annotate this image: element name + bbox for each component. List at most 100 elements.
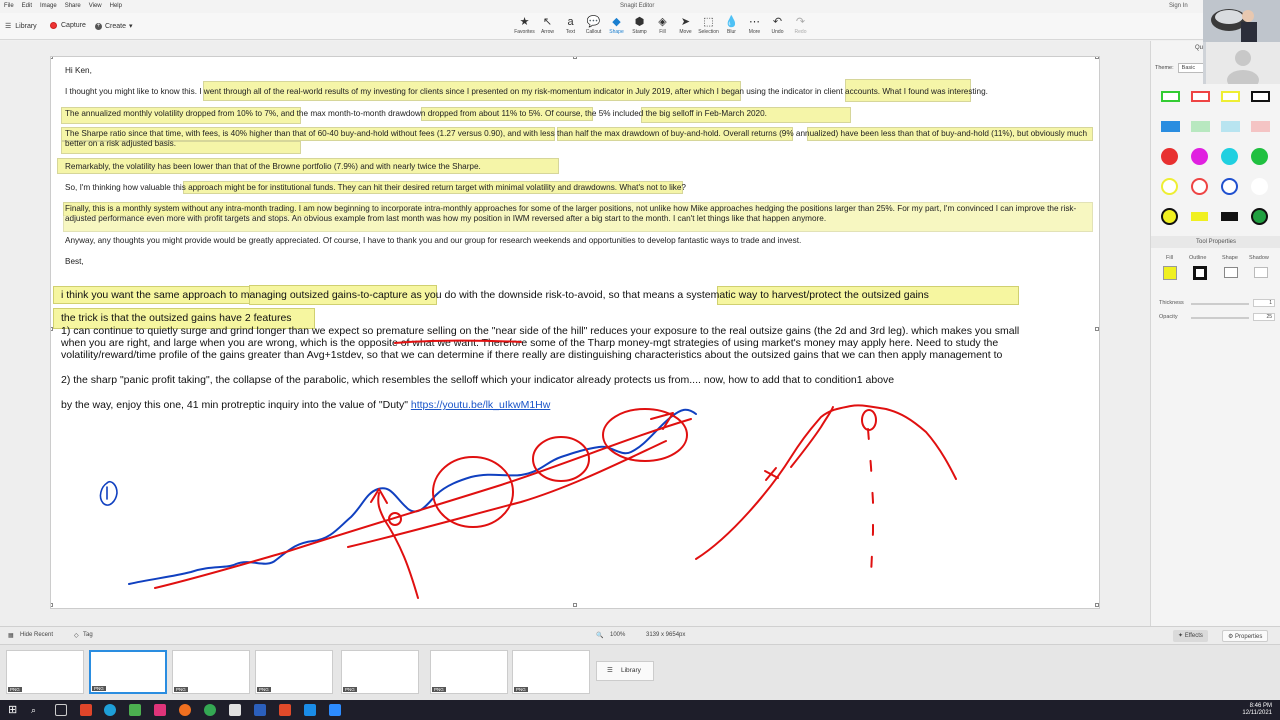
style-swatch[interactable] [1191, 121, 1210, 132]
tool-callout[interactable]: 💬 Callout [582, 15, 605, 35]
file-icon[interactable] [229, 704, 241, 716]
png-badge: PNG [8, 687, 22, 692]
menu-edit[interactable]: Edit [22, 3, 32, 9]
style-swatch[interactable] [1221, 121, 1240, 132]
system-clock[interactable]: 8:46 PM 12/11/2021 [1242, 703, 1272, 717]
resize-handle[interactable] [51, 327, 53, 331]
png-badge: PNG [432, 687, 446, 692]
capture-thumbnail[interactable]: PNG [512, 650, 590, 694]
opacity-slider[interactable] [1191, 317, 1249, 319]
create-button[interactable]: + Create ▾ [95, 22, 133, 30]
skype-icon[interactable] [304, 704, 316, 716]
open-library-button[interactable]: ☰ Library [596, 661, 654, 681]
windows-start-icon[interactable]: ⊞ [8, 704, 20, 716]
style-swatch[interactable] [1251, 178, 1268, 195]
resize-handle[interactable] [51, 603, 53, 607]
opacity-input[interactable]: 25 [1253, 313, 1275, 321]
more-icon: ⋯ [749, 16, 760, 28]
resize-handle[interactable] [1095, 603, 1099, 607]
resize-handle[interactable] [51, 57, 53, 59]
tool-undo[interactable]: ↶ Undo [766, 15, 789, 35]
menu-help[interactable]: Help [110, 3, 122, 9]
blue-label-1 [99, 480, 118, 506]
style-swatch[interactable] [1161, 208, 1178, 225]
tool-stamp[interactable]: ⬢ Stamp [628, 15, 651, 35]
style-swatch[interactable] [1191, 91, 1210, 102]
outline-color-picker[interactable] [1193, 266, 1207, 280]
capture-thumbnail[interactable]: PNG [255, 650, 333, 694]
resize-handle[interactable] [1095, 327, 1099, 331]
zoom-icon[interactable] [329, 704, 341, 716]
opacity-label: Opacity [1159, 314, 1178, 320]
fill-color-picker[interactable] [1163, 266, 1177, 280]
shadow-picker[interactable] [1254, 267, 1268, 278]
menu-file[interactable]: File [4, 3, 14, 9]
tool-move[interactable]: ➤ Move [674, 15, 697, 35]
firefox-icon[interactable] [179, 704, 191, 716]
style-swatch[interactable] [1161, 148, 1178, 165]
style-swatch[interactable] [1161, 91, 1180, 102]
capture-thumbnail[interactable]: PNG [172, 650, 250, 694]
callout-icon: 💬 [586, 16, 601, 28]
avatar [1227, 50, 1259, 90]
redo-icon: ↷ [795, 16, 806, 28]
style-swatch[interactable] [1161, 178, 1178, 195]
hide-recent-button[interactable]: Hide Recent [20, 632, 53, 638]
tool-selection[interactable]: ⬚ Selection [697, 15, 720, 35]
style-swatch[interactable] [1221, 212, 1238, 221]
style-swatch[interactable] [1251, 121, 1270, 132]
capture-thumbnail[interactable]: PNG [6, 650, 84, 694]
tool-fill[interactable]: ◈ Fill [651, 15, 674, 35]
freehand-drawing[interactable] [51, 57, 1100, 609]
chrome-icon[interactable] [204, 704, 216, 716]
style-swatch[interactable] [1251, 208, 1268, 225]
menu-view[interactable]: View [89, 3, 102, 9]
resize-handle[interactable] [573, 57, 577, 59]
document-canvas[interactable]: Hi Ken, I thought you might like to know… [50, 56, 1100, 609]
style-swatch[interactable] [1161, 121, 1180, 132]
properties-button[interactable]: ⚙ Properties [1222, 630, 1269, 642]
style-swatch[interactable] [1251, 91, 1270, 102]
sign-in-link[interactable]: Sign In [1169, 3, 1188, 9]
style-swatch[interactable] [1251, 148, 1268, 165]
slack-icon[interactable] [154, 704, 166, 716]
task-view-icon[interactable] [55, 704, 67, 716]
capture-thumbnail[interactable]: PNG [89, 650, 167, 694]
spreadsheet-icon[interactable] [129, 704, 141, 716]
menu-image[interactable]: Image [40, 3, 57, 9]
resize-handle[interactable] [573, 603, 577, 607]
shape-picker[interactable] [1224, 267, 1238, 278]
word-icon[interactable] [254, 704, 266, 716]
tool-favorites[interactable]: ★ Favorites [513, 15, 536, 35]
capture-thumbnail[interactable]: PNG [430, 650, 508, 694]
thickness-slider[interactable] [1191, 303, 1249, 305]
style-swatch[interactable] [1221, 148, 1238, 165]
style-swatch[interactable] [1221, 178, 1238, 195]
effects-button[interactable]: ✦ Effects [1173, 630, 1208, 642]
image-dimensions[interactable]: 3139 x 9654px [646, 632, 685, 638]
style-swatch[interactable] [1191, 178, 1208, 195]
thickness-input[interactable]: 1 [1253, 299, 1275, 307]
tool-more[interactable]: ⋯ More [743, 15, 766, 35]
style-swatch[interactable] [1221, 91, 1240, 102]
brave-icon[interactable] [80, 704, 92, 716]
tool-arrow[interactable]: ↖ Arrow [536, 15, 559, 35]
style-swatch[interactable] [1191, 212, 1208, 221]
capture-button[interactable]: Capture [50, 22, 86, 29]
menu-share[interactable]: Share [65, 3, 81, 9]
zoom-dropdown[interactable]: 100% [610, 632, 625, 638]
tool-text[interactable]: a Text [559, 15, 582, 35]
tag-button[interactable]: Tag [83, 632, 93, 638]
search-icon[interactable]: ⌕ [31, 704, 43, 716]
tool-shape[interactable]: ◆ Shape [605, 15, 628, 35]
edge-icon[interactable] [104, 704, 116, 716]
canvas-area[interactable]: Hi Ken, I thought you might like to know… [0, 41, 1150, 626]
resize-handle[interactable] [1095, 57, 1099, 59]
record-icon [50, 22, 57, 29]
tool-redo[interactable]: ↷ Redo [789, 15, 812, 35]
snagit-icon[interactable] [279, 704, 291, 716]
style-swatch[interactable] [1191, 148, 1208, 165]
tool-blur[interactable]: 💧 Blur [720, 15, 743, 35]
library-button[interactable]: ☰ Library [5, 22, 37, 31]
capture-thumbnail[interactable]: PNG [341, 650, 419, 694]
